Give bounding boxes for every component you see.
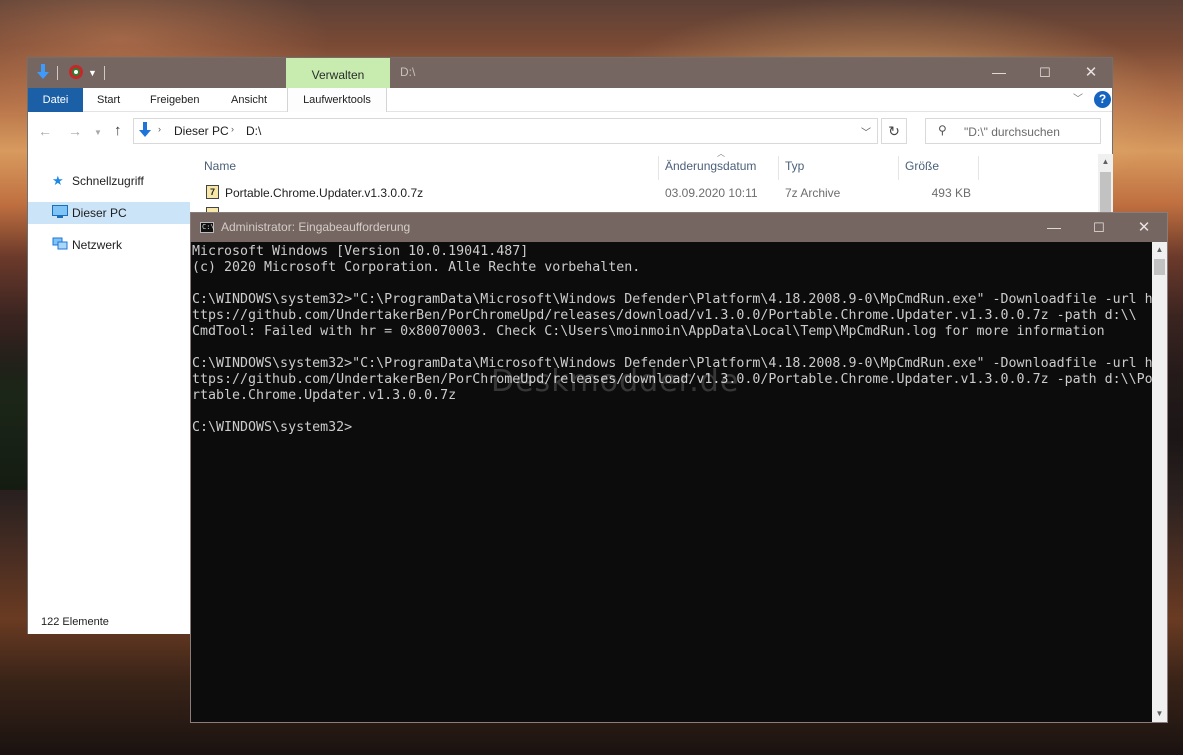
status-item-count: 122 Elemente xyxy=(41,616,109,628)
minimize-button[interactable]: — xyxy=(976,58,1022,88)
scroll-up-icon[interactable]: ▲ xyxy=(1152,242,1167,258)
download-arrow-icon[interactable] xyxy=(36,64,52,82)
sidebar-item-label: Netzwerk xyxy=(72,238,123,252)
file-date: 03.09.2020 10:11 xyxy=(665,186,758,200)
column-divider[interactable] xyxy=(978,156,979,180)
scroll-down-icon[interactable]: ▼ xyxy=(1152,706,1167,722)
command-prompt-window: C:\ Administrator: Eingabeaufforderung —… xyxy=(190,212,1168,723)
computer-icon xyxy=(52,205,68,222)
breadcrumb-dieser-pc[interactable]: Dieser PC xyxy=(174,124,229,138)
close-button[interactable]: ✕ xyxy=(1121,213,1167,243)
watermark-text: Deskmodder.de xyxy=(491,364,740,399)
location-arrow-icon xyxy=(138,122,152,141)
network-icon xyxy=(52,237,68,254)
column-divider[interactable] xyxy=(898,156,899,180)
sidebar-item-label: Schnellzugriff xyxy=(72,174,144,188)
explorer-titlebar[interactable]: ▼ Verwalten D:\ — ☐ ✕ xyxy=(28,58,1112,88)
address-bar[interactable]: › Dieser PC › D:\ ﹀ xyxy=(133,118,878,144)
up-arrow-icon[interactable]: ↑ xyxy=(114,122,122,139)
column-header-date[interactable]: Änderungsdatum xyxy=(665,150,756,180)
recent-locations-chevron-icon[interactable]: ▼ xyxy=(94,128,102,137)
file-name: Portable.Chrome.Updater.v1.3.0.0.7z xyxy=(225,186,424,200)
tab-ansicht[interactable]: Ansicht xyxy=(231,88,267,112)
scrollbar-thumb[interactable] xyxy=(1100,172,1111,212)
window-title: D:\ xyxy=(400,65,416,79)
help-button[interactable]: ? xyxy=(1094,91,1111,108)
maximize-button[interactable]: ☐ xyxy=(1076,213,1122,243)
console-text: Microsoft Windows [Version 10.0.19041.48… xyxy=(192,244,1152,435)
quick-access-divider xyxy=(57,66,60,80)
search-placeholder: "D:\" durchsuchen xyxy=(964,125,1060,139)
console-output[interactable]: Microsoft Windows [Version 10.0.19041.48… xyxy=(191,242,1152,722)
file-size: 493 KB xyxy=(931,186,971,200)
address-toolbar: ← → ▼ ↑ › Dieser PC › D:\ ﹀ ↻ ⚲ "D:\" du… xyxy=(28,112,1112,150)
file-type: 7z Archive xyxy=(785,186,841,200)
search-input[interactable]: ⚲ "D:\" durchsuchen xyxy=(925,118,1101,144)
sidebar-item-schnellzugriff[interactable]: ★ Schnellzugriff xyxy=(28,170,190,192)
column-divider[interactable] xyxy=(658,156,659,180)
search-icon: ⚲ xyxy=(938,123,947,137)
scroll-up-icon[interactable]: ▲ xyxy=(1098,154,1113,170)
address-history-chevron-icon[interactable]: ﹀ xyxy=(861,124,871,139)
minimize-button[interactable]: — xyxy=(1031,213,1077,243)
sidebar-item-label: Dieser PC xyxy=(72,206,127,220)
wallpaper-treeline xyxy=(0,330,30,490)
file-row[interactable]: 7 Portable.Chrome.Updater.v1.3.0.0.7z 03… xyxy=(190,182,1098,204)
archive-file-icon: 7 xyxy=(206,185,219,199)
maximize-button[interactable]: ☐ xyxy=(1022,58,1068,88)
refresh-button[interactable]: ↻ xyxy=(881,118,907,144)
tab-start[interactable]: Start xyxy=(97,88,120,112)
column-divider[interactable] xyxy=(778,156,779,180)
quick-access-divider xyxy=(104,66,107,80)
tab-laufwerktools[interactable]: Laufwerktools xyxy=(287,88,387,112)
quick-access-dropdown-icon[interactable]: ▼ xyxy=(88,68,97,86)
star-icon: ★ xyxy=(52,173,64,188)
console-app-icon: C:\ xyxy=(200,222,215,233)
forward-arrow-icon[interactable]: → xyxy=(68,123,82,139)
expand-ribbon-chevron-icon[interactable]: ﹀ xyxy=(1073,90,1083,105)
breadcrumb-separator-icon[interactable]: › xyxy=(158,124,161,134)
window-title: Administrator: Eingabeaufforderung xyxy=(221,220,411,234)
app-shortcut-icon[interactable] xyxy=(68,64,84,82)
column-header-type[interactable]: Typ xyxy=(785,150,804,180)
column-header-size[interactable]: Größe xyxy=(905,150,939,180)
scrollbar-thumb[interactable] xyxy=(1154,259,1165,275)
navigation-pane: ★ Schnellzugriff Dieser PC Netzwerk xyxy=(28,150,190,634)
tab-verwalten[interactable]: Verwalten xyxy=(286,58,390,88)
cmd-titlebar[interactable]: C:\ Administrator: Eingabeaufforderung —… xyxy=(191,213,1167,242)
breadcrumb-drive[interactable]: D:\ xyxy=(246,124,261,138)
tab-datei[interactable]: Datei xyxy=(28,88,83,112)
column-header-name[interactable]: Name xyxy=(204,150,236,180)
tab-freigeben[interactable]: Freigeben xyxy=(150,88,200,112)
sidebar-item-netzwerk[interactable]: Netzwerk xyxy=(28,234,190,256)
sidebar-item-dieser-pc[interactable]: Dieser PC xyxy=(28,202,190,224)
ribbon-tabs: Datei Start Freigeben Ansicht Laufwerkto… xyxy=(28,88,1112,112)
vertical-scrollbar[interactable]: ▲ ▼ xyxy=(1152,242,1167,722)
back-arrow-icon[interactable]: ← xyxy=(38,123,52,139)
breadcrumb-separator-icon[interactable]: › xyxy=(231,124,234,134)
close-button[interactable]: ✕ xyxy=(1068,58,1114,88)
